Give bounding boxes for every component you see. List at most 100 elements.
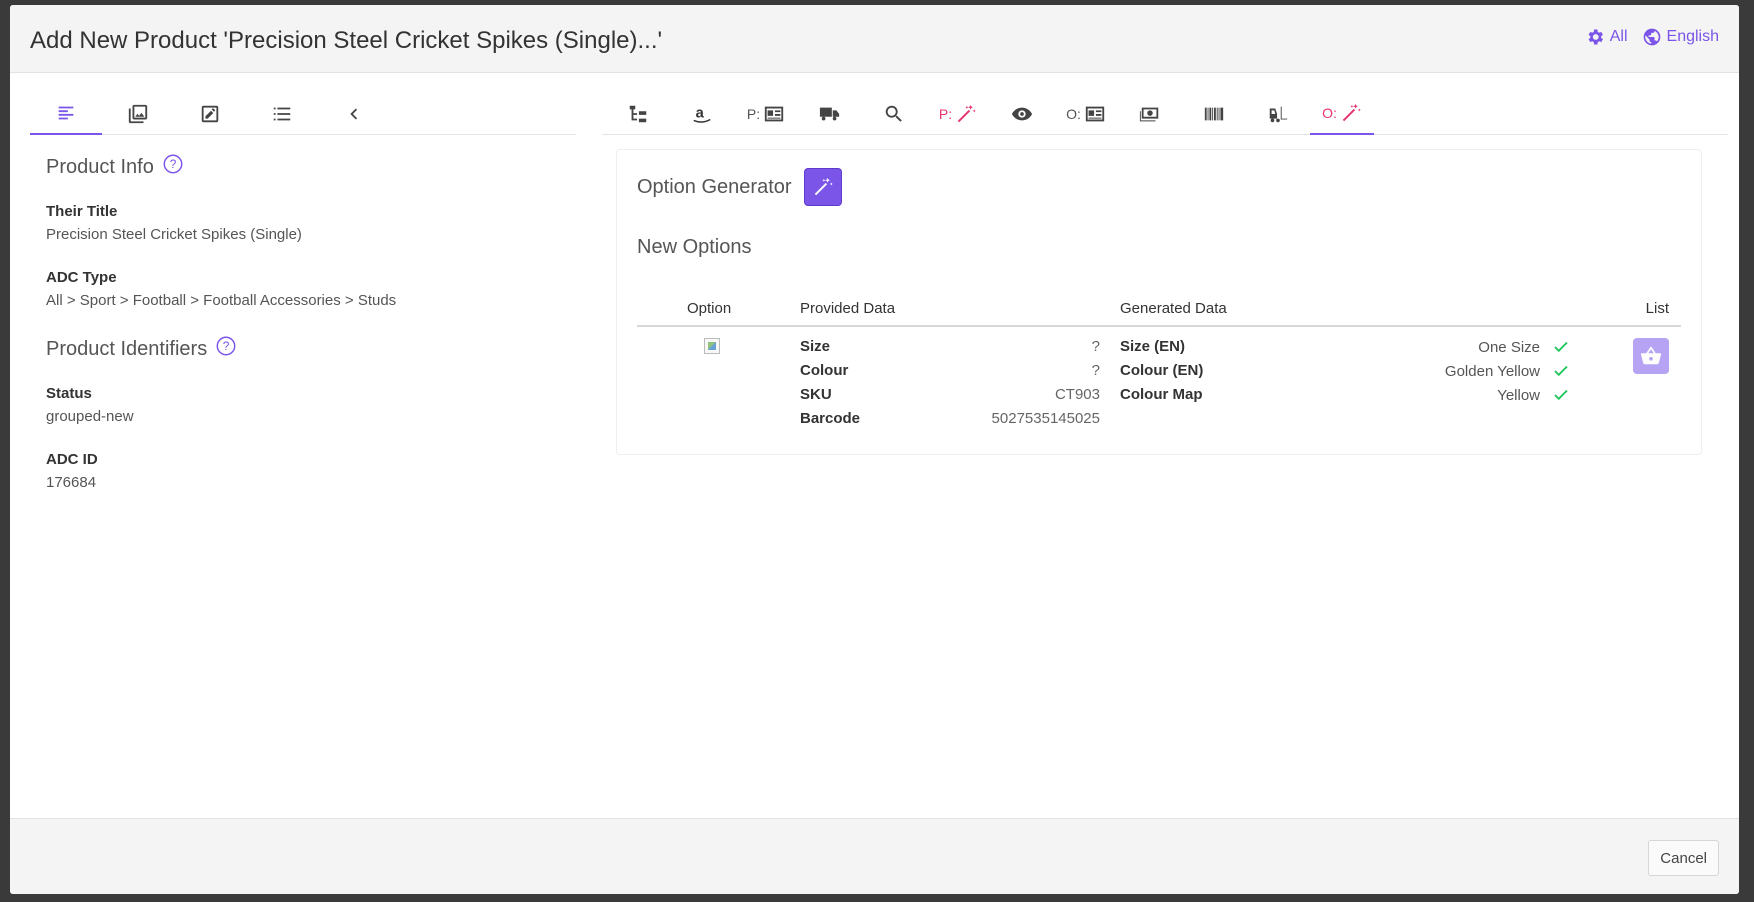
tab-option-listing[interactable]: O: [1054,93,1118,135]
chevron-left-icon [350,108,358,120]
listing-icon [764,106,784,122]
tab-option-generator[interactable]: O: [1310,93,1374,135]
provided-value: 5027535145025 [991,410,1100,427]
product-info-title: Product Info [46,155,154,178]
check-icon [1554,389,1568,401]
provided-value: ? [1091,338,1100,355]
tab-shipping[interactable] [798,93,862,135]
new-options-title: New Options [637,236,752,258]
adc-id-value: 176684 [46,474,97,491]
gear-icon [1588,29,1603,45]
tab-pricing[interactable] [1118,93,1182,135]
tab-images[interactable] [102,93,174,135]
tab-description[interactable] [30,93,102,135]
svg-text:?: ? [223,339,230,353]
language-label: English [1666,28,1719,45]
tab-barcode[interactable] [1182,93,1246,135]
tab-product-generator[interactable]: P: [926,93,990,135]
truck-icon [819,107,840,121]
provided-size: Size ? [800,338,1100,355]
generated-value: Yellow [1497,386,1540,404]
amazon-icon: a [693,106,711,123]
adc-id-label: ADC ID [46,451,98,468]
text-lines-icon [58,106,74,120]
column-generated-data: Generated Data [1120,300,1227,317]
product-info-panel: Product Info ? Their Title Precision Ste… [46,153,566,517]
images-icon [128,104,148,124]
column-option: Option [687,300,732,317]
column-provided-data: Provided Data [800,300,896,317]
edit-icon [201,105,219,123]
provided-barcode: Barcode 5027535145025 [800,410,1100,427]
provided-key: SKU [800,386,832,403]
provided-value: ? [1091,362,1100,379]
options-table-header: Option Provided Data Generated Data List [637,294,1681,327]
tab-prefix: O: [1066,106,1081,122]
provided-key: Barcode [800,410,861,427]
tab-prefix: O: [1322,105,1337,121]
tab-list[interactable] [246,93,318,135]
generate-options-button[interactable] [803,168,842,206]
check-icon [1554,365,1568,377]
add-to-list-button[interactable] [1633,338,1669,374]
modal: Add New Product 'Precision Steel Cricket… [10,5,1739,894]
tab-search[interactable] [862,93,926,135]
column-list: List [1645,300,1669,317]
tab-preview[interactable] [990,93,1054,135]
magic-wand-icon [814,177,833,196]
cancel-button[interactable]: Cancel [1648,840,1719,876]
forklift-icon [1269,106,1288,123]
help-icon[interactable]: ? [162,153,184,181]
their-title-label: Their Title [46,203,118,220]
adc-type-label: ADC Type [46,269,117,286]
generated-key: Colour Map [1120,386,1203,403]
money-icon [1139,107,1159,122]
adc-type-value: All > Sport > Football > Football Access… [46,292,397,309]
provided-value: CT903 [1054,386,1100,403]
scope-selector[interactable]: All [1585,27,1628,47]
status-value: grouped-new [46,408,134,425]
right-tab-bar: a P: P: O: O: [602,93,1728,135]
generated-value: One Size [1478,338,1540,356]
eye-icon [1011,107,1033,121]
help-icon[interactable]: ? [215,335,237,363]
header-actions: All English [1585,27,1719,47]
modal-footer: Cancel [10,818,1739,894]
tab-edit[interactable] [174,93,246,135]
tab-warehouse[interactable] [1246,93,1310,135]
product-identifiers-title: Product Identifiers [46,337,208,360]
option-image [704,338,720,354]
check-icon [1554,341,1568,353]
magic-wand-icon [1342,103,1361,122]
svg-text:?: ? [170,157,177,171]
tab-collapse[interactable] [318,93,390,135]
generated-colour-map: Colour Map Yellow [1120,386,1570,404]
left-tab-bar [30,93,576,135]
status-label: Status [46,385,92,402]
globe-icon [1643,28,1660,46]
option-generator-card: Option Generator New Options Option Prov… [616,149,1702,455]
tab-amazon[interactable]: a [670,93,734,135]
svg-text:a: a [696,106,705,122]
language-selector[interactable]: English [1642,27,1719,47]
barcode-icon [1204,107,1224,121]
generated-key: Size (EN) [1120,338,1186,355]
search-icon [885,105,902,122]
option-generator-title: Option Generator [637,175,792,198]
provided-sku: SKU CT903 [800,386,1100,403]
generated-colour: Colour (EN) Golden Yellow [1120,362,1570,380]
list-icon [273,107,291,121]
generated-key: Colour (EN) [1120,362,1204,379]
generated-size: Size (EN) One Size [1120,338,1570,356]
provided-key: Colour [800,362,849,379]
generated-value: Golden Yellow [1444,362,1540,380]
tab-product-listing[interactable]: P: [734,93,798,135]
tab-category-tree[interactable] [606,93,670,135]
modal-title: Add New Product 'Precision Steel Cricket… [30,27,663,54]
basket-icon [1640,346,1662,365]
provided-key: Size [800,338,831,355]
their-title-value: Precision Steel Cricket Spikes (Single) [46,226,302,243]
modal-header: Add New Product 'Precision Steel Cricket… [10,5,1739,73]
tree-icon [629,105,647,123]
tab-prefix: P: [746,106,761,122]
